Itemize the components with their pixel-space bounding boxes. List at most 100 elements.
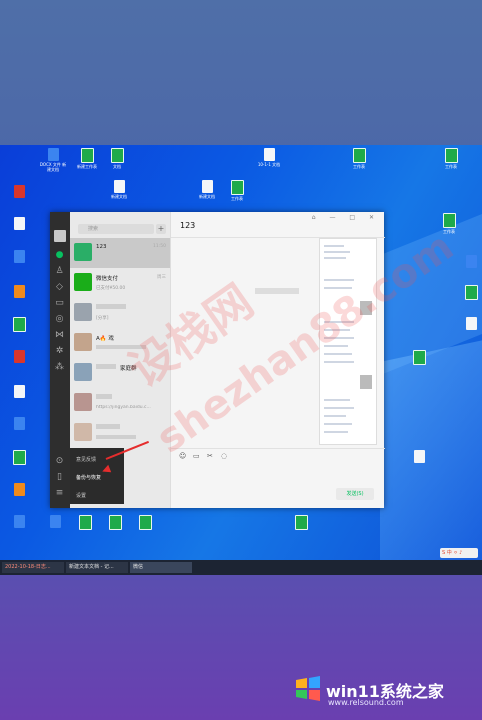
app-icon [13, 385, 25, 398]
folder-icon[interactable]: ▭ [54, 298, 65, 309]
desktop-icon-label: 文档 [113, 164, 121, 169]
chat-preview: [分享] [96, 316, 109, 321]
chat-icon[interactable]: ● [54, 250, 65, 261]
menu-item-feedback[interactable]: 意见反馈 [76, 456, 96, 463]
desktop-icon[interactable] [456, 285, 482, 301]
spreadsheet-icon [230, 180, 244, 195]
app-icon [13, 350, 25, 363]
desktop-icon[interactable] [4, 217, 34, 231]
desktop-icon[interactable]: 新建文档 [192, 180, 222, 199]
taskbar-item[interactable]: 微信 [130, 562, 192, 573]
desktop-icon[interactable] [4, 417, 34, 431]
desktop-icon-label: 10-1-1 文档 [257, 162, 281, 167]
desktop-icon[interactable] [4, 515, 34, 529]
input-method-tray[interactable]: S 中 ⚪ ♪ [440, 548, 478, 558]
app-icon [12, 450, 26, 465]
taskbar-item[interactable]: 新建文本文档 - 记... [66, 562, 128, 573]
app-icon [13, 417, 25, 430]
app-icon [13, 515, 25, 528]
app-icon [465, 317, 477, 330]
spreadsheet-icon [352, 148, 366, 163]
desktop-icon[interactable] [4, 317, 34, 333]
desktop-icon-label: 工作表 [231, 196, 243, 201]
chat-title: 123 [180, 221, 196, 230]
desktop-icon[interactable]: 工作表 [436, 148, 466, 169]
app-icon [12, 317, 26, 332]
menu-item-backup[interactable]: 备份与恢复 [76, 474, 101, 481]
chat-name: 微信支付 [96, 276, 119, 282]
settings-menu: 意见反馈 备份与恢复 设置 [70, 448, 124, 504]
app-icon [13, 285, 25, 298]
desktop-icon[interactable] [4, 285, 34, 299]
mobile-icon[interactable]: ▯ [54, 472, 65, 483]
redacted-message [255, 288, 299, 294]
desktop-icon[interactable]: 10-1-1 文档 [254, 148, 284, 167]
divider [171, 448, 385, 449]
desktop-icon[interactable] [70, 515, 100, 531]
menu-icon[interactable]: ≡ [54, 488, 65, 499]
channels-icon[interactable]: ⋈ [54, 330, 65, 341]
app-icon [413, 450, 425, 463]
spreadsheet-icon [110, 148, 124, 163]
desktop-icon[interactable] [4, 385, 34, 399]
phone-icon[interactable]: ⊙ [54, 456, 65, 467]
contacts-icon[interactable]: ♙ [54, 266, 65, 277]
app-icon [138, 515, 152, 530]
spreadsheet-icon [80, 148, 94, 163]
app-icon [13, 483, 25, 496]
wechat-sidebar: ● ♙ ◇ ▭ ◎ ⋈ ✲ ⁂ ⊙ ▯ ≡ [50, 212, 70, 508]
desktop-icon[interactable]: 新建工作表 [72, 148, 102, 169]
desktop-icon[interactable] [40, 515, 70, 529]
menu-item-settings[interactable]: 设置 [76, 492, 86, 499]
wechat-window[interactable]: ● ♙ ◇ ▭ ◎ ⋈ ✲ ⁂ ⊙ ▯ ≡ 搜索 + 123 11:50 微信支… [50, 212, 385, 508]
window-controls[interactable]: ⌂ — □ ✕ [312, 214, 380, 221]
app-icon [49, 515, 61, 528]
app-icon [464, 285, 478, 300]
mini-program-icon[interactable]: ⁂ [54, 362, 65, 373]
desktop-icon[interactable] [4, 483, 34, 497]
desktop-icon[interactable] [404, 350, 434, 366]
desktop-icon[interactable] [4, 185, 34, 199]
desktop-icon-label: 工作表 [443, 229, 455, 234]
search-input[interactable]: 搜索 [78, 224, 154, 234]
send-button[interactable]: 发送(S) [336, 488, 374, 500]
chat-item[interactable]: 微信支付 已支付¥50.00 周三 [70, 268, 170, 298]
spreadsheet-icon [444, 148, 458, 163]
avatar[interactable] [54, 230, 66, 242]
chat-time: 周三 [157, 275, 166, 280]
desktop-icon[interactable]: 新建文档 [104, 180, 134, 199]
moments-icon[interactable]: ◎ [54, 314, 65, 325]
chat-bubble-icon[interactable]: ◌ [221, 452, 227, 460]
chat-avatar [74, 363, 92, 381]
app-icon [465, 255, 477, 268]
desktop-icon[interactable] [130, 515, 160, 531]
document-icon [47, 148, 59, 161]
desktop-icon[interactable]: DOCX 文件 新建文档 [38, 148, 68, 172]
desktop-icon[interactable]: 文档 [102, 148, 132, 169]
desktop-icon[interactable] [286, 515, 316, 531]
taskbar-item[interactable]: 2022-10-18-日志... [2, 562, 64, 573]
redacted-name [96, 424, 120, 429]
chat-avatar [74, 333, 92, 351]
desktop-icon[interactable] [404, 450, 434, 464]
chat-item[interactable]: 123 11:50 [70, 238, 170, 268]
add-chat-button[interactable]: + [156, 224, 166, 234]
redacted-name [96, 364, 116, 369]
app-icon [13, 217, 25, 230]
app-icon [13, 250, 25, 263]
desktop-icon[interactable]: 工作表 [222, 180, 252, 201]
desktop-icon-label: 新建工作表 [77, 164, 97, 169]
desktop-icon-label: 工作表 [445, 164, 457, 169]
search-icon[interactable]: ✲ [54, 346, 65, 357]
desktop-icon[interactable] [456, 317, 482, 331]
folder-icon[interactable]: ▭ [193, 452, 200, 460]
desktop-icon[interactable] [4, 350, 34, 364]
favorites-icon[interactable]: ◇ [54, 282, 65, 293]
desktop-icon[interactable] [4, 450, 34, 466]
redacted-name [96, 394, 112, 399]
desktop-icon[interactable] [100, 515, 130, 531]
chat-avatar [74, 303, 92, 321]
scissors-icon[interactable]: ✂ [207, 452, 213, 460]
desktop-icon[interactable]: 工作表 [344, 148, 374, 169]
desktop-icon[interactable] [4, 250, 34, 264]
